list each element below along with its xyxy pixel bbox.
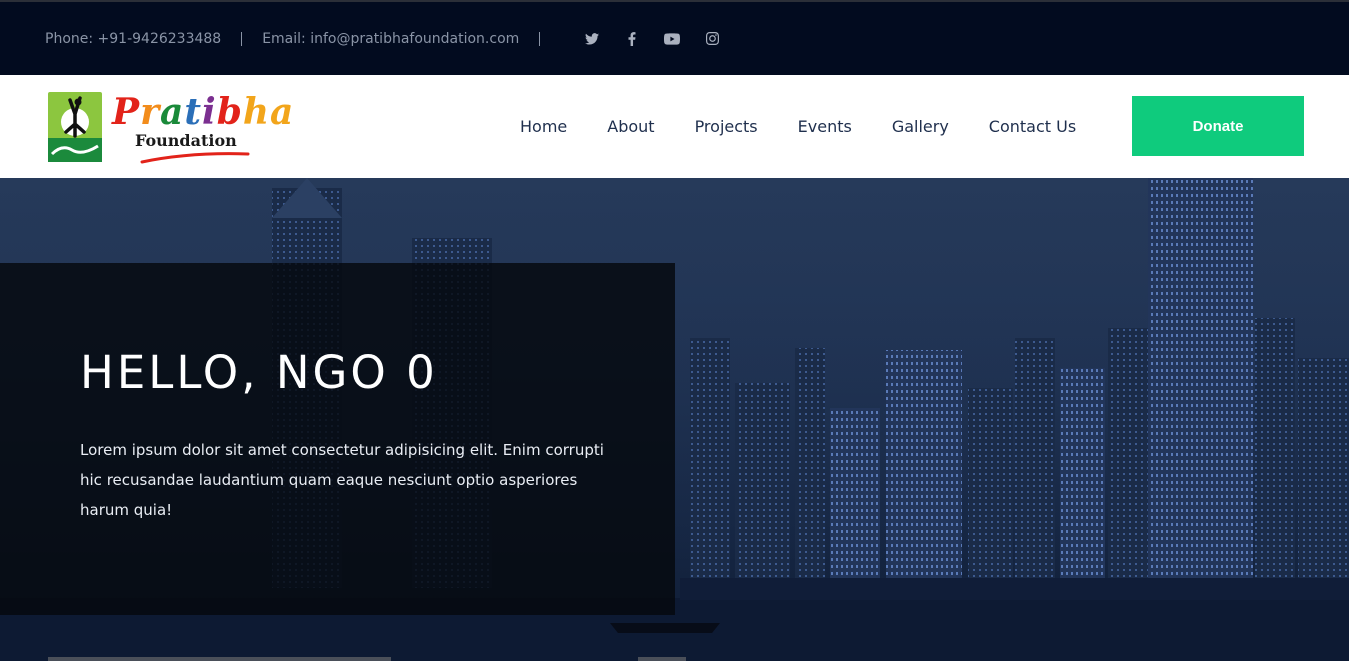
facebook-icon[interactable] (612, 29, 652, 49)
site-header: Pratibha Foundation Home About Projects … (0, 75, 1349, 178)
twitter-icon[interactable] (572, 29, 612, 49)
slider-indicator[interactable] (638, 657, 686, 661)
nav-about[interactable]: About (607, 117, 654, 136)
hero-description: Lorem ipsum dolor sit amet consectetur a… (80, 441, 604, 519)
logo-subtitle: Foundation (135, 131, 237, 150)
logo-mark-icon (48, 92, 102, 162)
main-nav: Home About Projects Events Gallery Conta… (500, 75, 1096, 178)
nav-events[interactable]: Events (798, 117, 852, 136)
divider (539, 31, 541, 46)
top-bar: Phone: +91-9426233488 Email: info@pratib… (0, 0, 1349, 75)
youtube-icon[interactable] (652, 29, 692, 49)
email-link[interactable]: Email: info@pratibhafoundation.com (262, 31, 519, 47)
hero-title: HELLO, NGO 0 (80, 346, 438, 399)
divider (241, 31, 243, 46)
slider-indicator[interactable] (48, 657, 391, 661)
instagram-icon[interactable] (692, 29, 732, 49)
hero-section: HELLO, NGO 0 Lorem ipsum dolor sit amet … (0, 178, 1349, 661)
nav-home[interactable]: Home (520, 117, 567, 136)
logo-swoosh-icon (140, 152, 250, 164)
social-links (572, 29, 732, 49)
logo[interactable]: Pratibha Foundation (48, 90, 293, 164)
nav-contact-us[interactable]: Contact Us (989, 117, 1076, 136)
logo-wordmark: Pratibha (112, 91, 295, 133)
phone-text: Phone: +91-9426233488 (45, 30, 222, 47)
nav-projects[interactable]: Projects (695, 117, 758, 136)
donate-button[interactable]: Donate (1132, 96, 1304, 156)
nav-gallery[interactable]: Gallery (892, 117, 949, 136)
